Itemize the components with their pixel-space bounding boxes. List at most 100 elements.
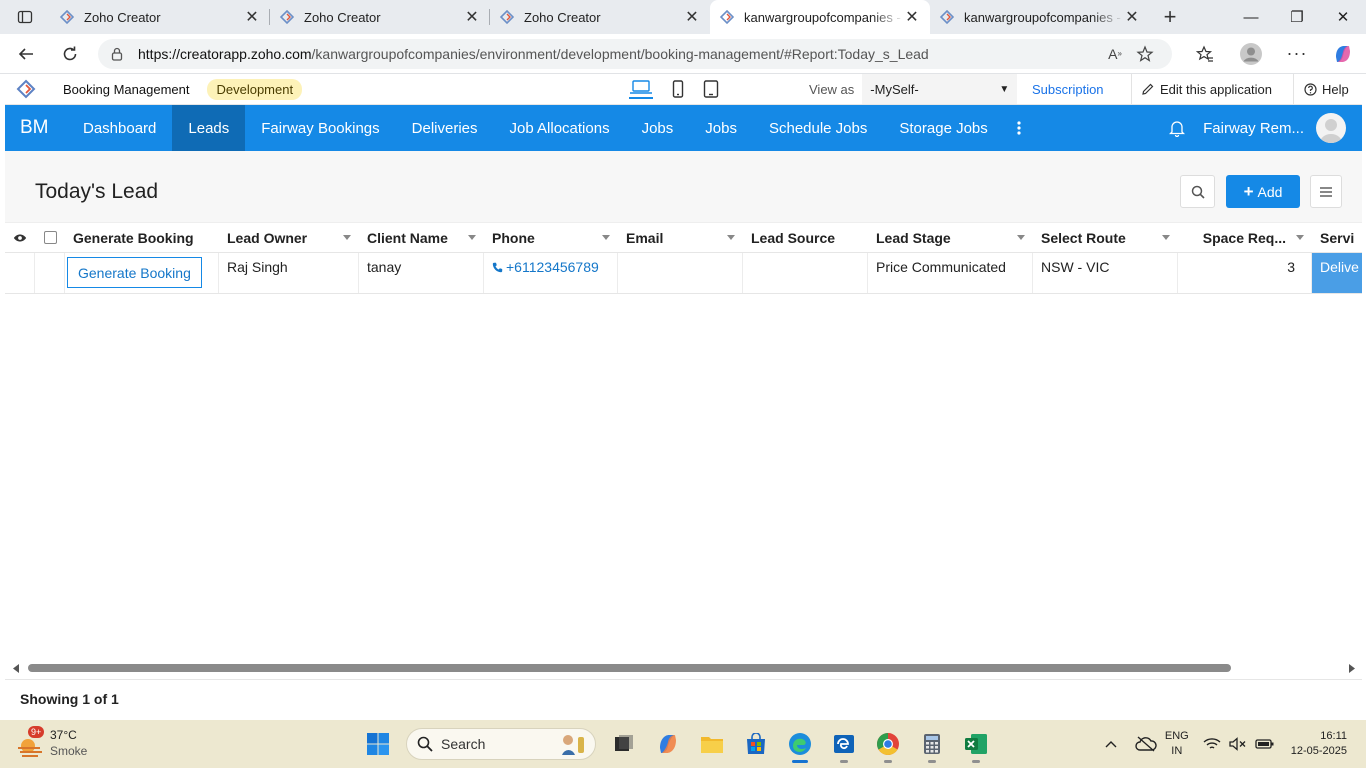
nav-item-jobs-2[interactable]: Jobs xyxy=(689,105,753,151)
excel-icon[interactable] xyxy=(954,724,998,764)
user-name[interactable]: Fairway Rem... xyxy=(1203,120,1304,137)
phone-link[interactable]: +61123456789 xyxy=(492,259,599,275)
nav-item-jobs[interactable]: Jobs xyxy=(626,105,690,151)
outlook-icon[interactable] xyxy=(822,724,866,764)
column-header-client-name[interactable]: Client Name xyxy=(359,223,484,252)
user-avatar[interactable] xyxy=(1316,113,1346,143)
lead-source-cell[interactable] xyxy=(743,253,868,293)
column-visibility-eye-icon[interactable] xyxy=(5,223,35,252)
mobile-preview-icon[interactable] xyxy=(671,80,685,98)
tab-actions-icon[interactable] xyxy=(0,0,50,34)
lead-stage-cell[interactable]: Price Communicated xyxy=(868,253,1033,293)
select-route-cell[interactable]: NSW - VIC xyxy=(1033,253,1178,293)
profile-icon[interactable] xyxy=(1228,38,1274,70)
close-window-button[interactable]: ✕ xyxy=(1320,0,1366,34)
column-header-select-route[interactable]: Select Route xyxy=(1033,223,1178,252)
nav-item-schedule-jobs[interactable]: Schedule Jobs xyxy=(753,105,883,151)
row-checkbox-cell[interactable] xyxy=(35,253,65,293)
nav-item-fairway-bookings[interactable]: Fairway Bookings xyxy=(245,105,395,151)
sort-caret-icon[interactable] xyxy=(602,235,610,240)
favorites-icon[interactable] xyxy=(1182,38,1228,70)
column-header-generate-booking[interactable]: Generate Booking xyxy=(65,223,219,252)
sort-caret-icon[interactable] xyxy=(468,235,476,240)
browser-tab-active[interactable]: kanwargroupofcompanies - E ✕ xyxy=(710,0,930,34)
minimize-button[interactable]: — xyxy=(1228,0,1274,34)
add-record-button[interactable]: + Add xyxy=(1226,175,1300,208)
refresh-button[interactable] xyxy=(50,38,90,70)
view-as-select[interactable]: -MySelf- ▼ xyxy=(862,74,1018,104)
column-header-service[interactable]: Servi xyxy=(1312,223,1362,252)
desktop-preview-icon[interactable] xyxy=(629,79,653,99)
sort-caret-icon[interactable] xyxy=(1017,235,1025,240)
subscription-link[interactable]: Subscription xyxy=(1032,82,1104,97)
column-header-phone[interactable]: Phone xyxy=(484,223,618,252)
chrome-browser-icon[interactable] xyxy=(866,724,910,764)
input-language-indicator[interactable]: ENG IN xyxy=(1165,729,1189,759)
weather-widget[interactable]: 9+ 37°C Smoke xyxy=(16,726,87,760)
column-header-lead-stage[interactable]: Lead Stage xyxy=(868,223,1033,252)
nav-item-deliveries[interactable]: Deliveries xyxy=(396,105,494,151)
nav-item-leads[interactable]: Leads xyxy=(172,105,246,151)
tab-close-icon[interactable]: ✕ xyxy=(464,9,480,26)
scroll-right-arrow-icon[interactable] xyxy=(1340,663,1362,673)
tablet-preview-icon[interactable] xyxy=(703,80,719,98)
read-aloud-icon[interactable]: A» xyxy=(1100,39,1130,69)
edge-browser-icon[interactable] xyxy=(778,724,822,764)
email-cell[interactable] xyxy=(618,253,743,293)
url-field[interactable]: https://creatorapp.zoho.com/kanwargroupo… xyxy=(98,38,1172,69)
edit-application-button[interactable]: Edit this application xyxy=(1131,74,1272,104)
space-required-cell[interactable]: 3 xyxy=(1178,253,1312,293)
system-clock[interactable]: 16:11 12-05-2025 xyxy=(1291,729,1347,759)
sort-caret-icon[interactable] xyxy=(1296,235,1304,240)
column-header-email[interactable]: Email xyxy=(618,223,743,252)
environment-badge[interactable]: Development xyxy=(207,78,303,100)
nav-more-icon[interactable] xyxy=(1004,121,1034,135)
report-menu-button[interactable] xyxy=(1310,175,1342,208)
task-view-icon[interactable] xyxy=(602,724,646,764)
browser-tab[interactable]: Zoho Creator ✕ xyxy=(50,0,270,34)
generate-booking-button[interactable]: Generate Booking xyxy=(67,257,202,288)
taskbar-search-box[interactable]: Search xyxy=(406,728,596,760)
column-header-lead-source[interactable]: Lead Source xyxy=(743,223,868,252)
browser-tab[interactable]: Zoho Creator ✕ xyxy=(490,0,710,34)
copilot-app-icon[interactable] xyxy=(646,724,690,764)
start-button-icon[interactable] xyxy=(356,724,400,764)
browser-tab[interactable]: Zoho Creator ✕ xyxy=(270,0,490,34)
nav-item-storage-jobs[interactable]: Storage Jobs xyxy=(883,105,1003,151)
nav-item-job-allocations[interactable]: Job Allocations xyxy=(494,105,626,151)
copilot-icon[interactable] xyxy=(1320,38,1366,70)
onedrive-offline-icon[interactable] xyxy=(1135,736,1157,752)
browser-tab[interactable]: kanwargroupofcompanies - E ✕ xyxy=(930,0,1150,34)
zoho-creator-logo-icon[interactable] xyxy=(5,79,47,99)
volume-muted-icon[interactable] xyxy=(1229,737,1247,751)
phone-cell[interactable]: +61123456789 xyxy=(484,253,618,293)
tab-close-icon[interactable]: ✕ xyxy=(684,9,700,26)
show-hidden-icons-chevron-icon[interactable] xyxy=(1105,740,1117,748)
microsoft-store-icon[interactable] xyxy=(734,724,778,764)
tab-close-icon[interactable]: ✕ xyxy=(1124,9,1140,26)
sort-caret-icon[interactable] xyxy=(727,235,735,240)
sort-caret-icon[interactable] xyxy=(343,235,351,240)
tab-close-icon[interactable]: ✕ xyxy=(904,9,920,26)
scrollbar-thumb[interactable] xyxy=(28,664,1231,672)
lead-owner-cell[interactable]: Raj Singh xyxy=(219,253,359,293)
battery-charging-icon[interactable] xyxy=(1255,737,1275,751)
app-name[interactable]: Booking Management xyxy=(63,82,189,97)
lock-icon[interactable] xyxy=(110,47,124,61)
column-header-space-required[interactable]: Space Req... xyxy=(1178,223,1312,252)
notification-bell-icon[interactable] xyxy=(1169,119,1186,137)
restore-button[interactable]: ❐ xyxy=(1274,0,1320,34)
select-all-checkbox[interactable] xyxy=(35,223,65,252)
help-button[interactable]: Help xyxy=(1293,74,1349,104)
horizontal-scrollbar[interactable] xyxy=(5,661,1362,675)
table-row[interactable]: Generate Booking Raj Singh tanay +611234… xyxy=(5,253,1362,294)
scroll-left-arrow-icon[interactable] xyxy=(5,663,27,673)
tab-close-icon[interactable]: ✕ xyxy=(244,9,260,26)
wifi-icon[interactable] xyxy=(1203,737,1221,751)
scrollbar-track[interactable] xyxy=(27,664,1340,672)
calculator-icon[interactable] xyxy=(910,724,954,764)
column-header-lead-owner[interactable]: Lead Owner xyxy=(219,223,359,252)
sort-caret-icon[interactable] xyxy=(1162,235,1170,240)
favorite-star-icon[interactable] xyxy=(1130,39,1160,69)
service-cell[interactable]: Delive xyxy=(1312,253,1362,293)
